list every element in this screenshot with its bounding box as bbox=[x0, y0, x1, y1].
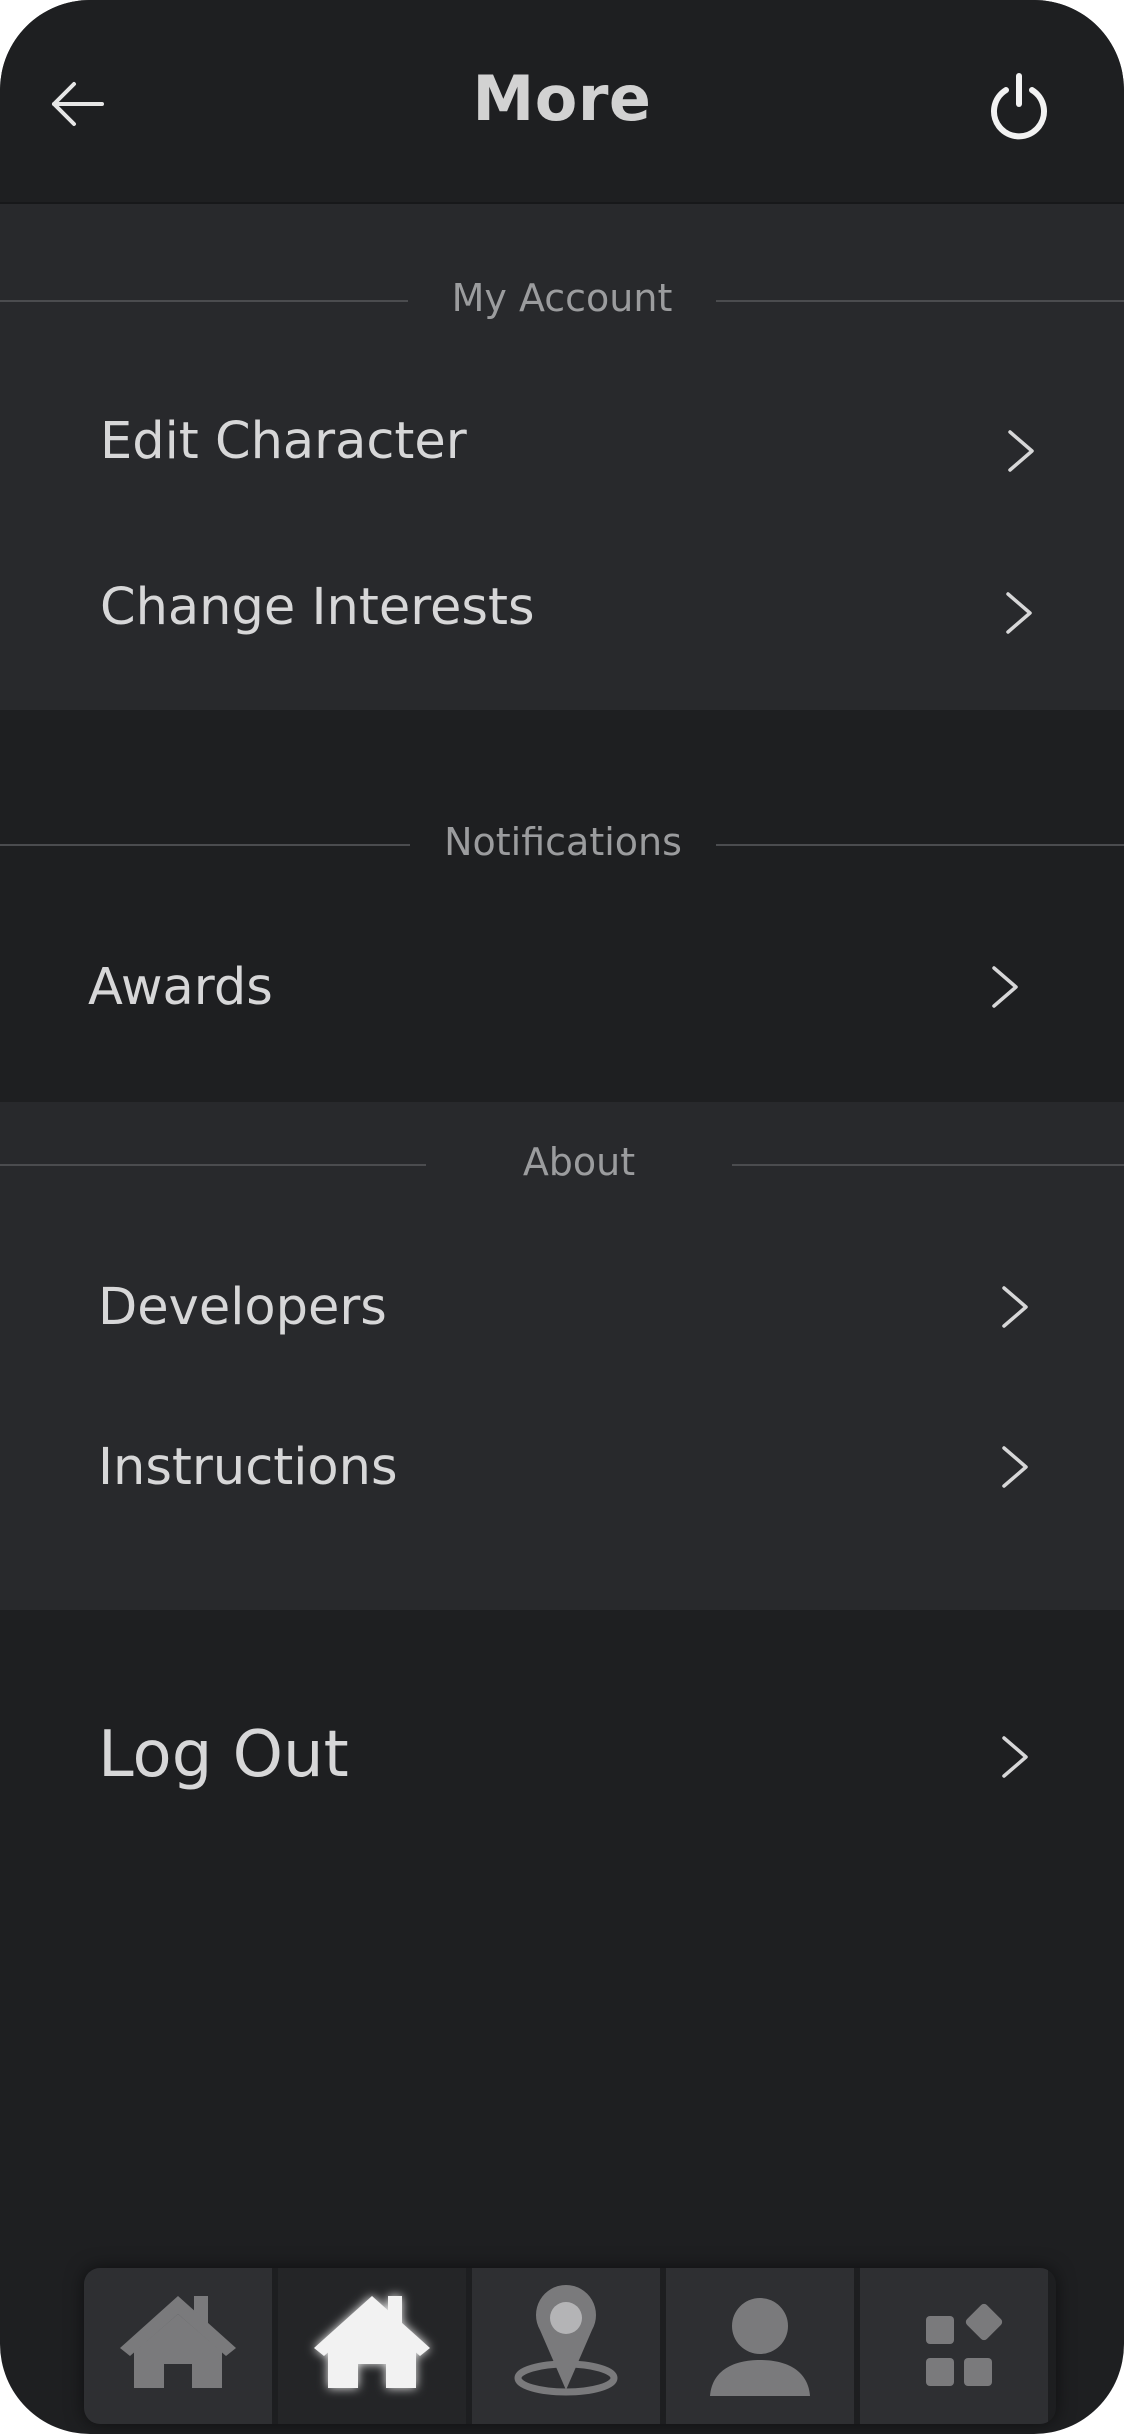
section-divider bbox=[732, 1164, 1124, 1166]
chevron-right-icon bbox=[1000, 1444, 1030, 1490]
menu-item-change-interests[interactable]: Change Interests bbox=[0, 528, 1124, 678]
tab-map[interactable] bbox=[472, 2268, 660, 2424]
menu-item-instructions[interactable]: Instructions bbox=[0, 1392, 1124, 1542]
about-panel: About Developers Instructions bbox=[0, 1102, 1124, 1610]
header-bar: More bbox=[0, 0, 1124, 204]
section-label-about: About bbox=[522, 1140, 636, 1184]
section-divider bbox=[0, 1164, 426, 1166]
tab-profile[interactable] bbox=[666, 2268, 854, 2424]
my-account-panel: My Account Edit Character Change Interes… bbox=[0, 204, 1124, 710]
section-divider bbox=[716, 300, 1124, 302]
menu-item-developers[interactable]: Developers bbox=[0, 1232, 1124, 1382]
page-title: More bbox=[472, 62, 652, 135]
menu-item-edit-character[interactable]: Edit Character bbox=[0, 366, 1124, 516]
chevron-right-icon bbox=[990, 964, 1020, 1010]
chevron-right-icon bbox=[1000, 1734, 1030, 1780]
menu-item-label: Change Interests bbox=[100, 578, 535, 637]
power-button[interactable] bbox=[986, 70, 1052, 140]
menu-item-label: Instructions bbox=[98, 1438, 398, 1497]
section-divider bbox=[0, 300, 408, 302]
power-icon bbox=[986, 70, 1052, 140]
tab-home[interactable] bbox=[84, 2268, 272, 2424]
menu-item-awards[interactable]: Awards bbox=[0, 912, 1124, 1062]
tab-apps[interactable] bbox=[860, 2268, 1048, 2424]
menu-item-label: Awards bbox=[88, 958, 273, 1017]
chevron-right-icon bbox=[1000, 1284, 1030, 1330]
logout-button[interactable]: Log Out bbox=[0, 1680, 1124, 1840]
section-divider bbox=[0, 844, 410, 846]
chevron-right-icon bbox=[1006, 428, 1036, 474]
chevron-right-icon bbox=[1004, 590, 1034, 636]
menu-item-label: Edit Character bbox=[100, 412, 467, 471]
section-label-my-account: My Account bbox=[451, 276, 673, 320]
section-label-notifications: Notifications bbox=[444, 820, 682, 864]
menu-item-label: Developers bbox=[98, 1278, 387, 1337]
phone-screen: More My Account Edit Character Change In… bbox=[0, 0, 1124, 2434]
bottom-tab-bar bbox=[84, 2268, 1056, 2424]
tab-home-active[interactable] bbox=[278, 2268, 466, 2424]
section-divider bbox=[716, 844, 1124, 846]
logout-label: Log Out bbox=[98, 1718, 349, 1792]
